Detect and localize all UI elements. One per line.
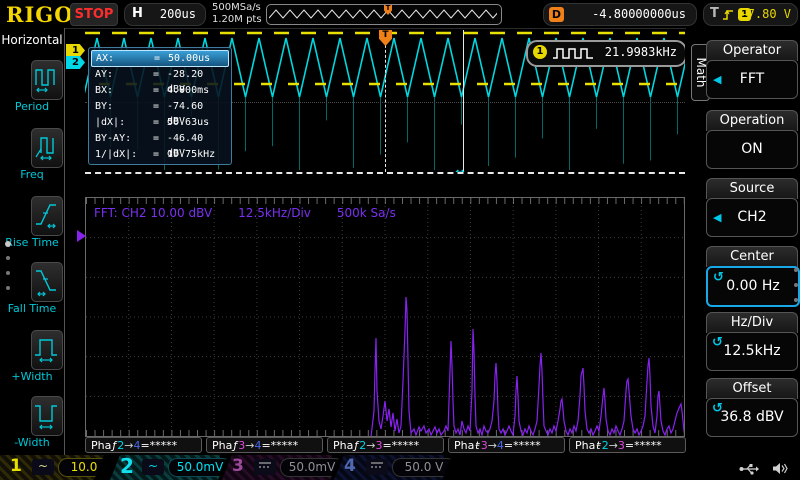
square-wave-icon [552,47,596,60]
freq-button[interactable] [31,128,63,168]
sample-rate: 500MSa/s [212,2,262,14]
rise-time-button[interactable] [31,196,63,236]
source-label: Source [706,178,798,199]
channel-3-status[interactable]: 3 50.0mV [222,455,332,480]
fft-window: FFT: CH2 10.00 dBV 12.5kHz/Div 500k Sa/s [85,197,685,437]
run-state-badge: STOP [70,3,118,26]
ch4-scale-value: 50.0 V [392,458,456,477]
left-menu-title: Horizontal [0,33,64,47]
trigger-badge: T [710,6,719,21]
ch2-position-marker[interactable]: 2 [66,56,85,69]
cursor-row-by: BY:=-74.60 dBV [91,99,227,114]
neg-width-label: -Width [0,436,64,449]
ch2-coupling-icon: ~ [142,459,164,475]
cursor-row-dx: |dX|:=50.63us [91,115,227,130]
measurement-slot-4[interactable]: Phaŧ3→4=***** [448,437,565,453]
usb-icon [739,463,759,475]
fft-info-readout: FFT: CH2 10.00 dBV 12.5kHz/Div 500k Sa/s [94,206,422,220]
frequency-counter: 1 21.9983kHz [526,40,685,67]
period-label: Period [0,100,64,113]
neg-width-button[interactable] [31,396,63,436]
menu-arrow-icon: ◀ [713,61,721,98]
freq-icon [32,129,60,165]
pos-width-button[interactable] [31,330,63,370]
cursor-a-line[interactable] [385,30,386,172]
cursor-row-invdx: 1/|dX|:=19.75kHz [91,147,227,162]
measurement-slot-2[interactable]: Phaƒ3→4=***** [206,437,323,453]
rise-time-icon [32,197,60,233]
horizontal-timebase-group: H 200us [124,3,206,26]
operation-softkey[interactable]: ON [706,130,798,169]
speaker-icon [772,462,788,475]
measurement-slot-1[interactable]: Phaƒ2→4=***** [85,437,202,453]
ch4-coupling-icon [366,459,388,475]
pos-width-label: +Width [0,370,64,383]
counter-value: 21.9983kHz [605,45,677,59]
time-domain-window: ↔ T AX:=50.00us AY:=-28.20 dBV BX:=4.000… [85,30,685,172]
fall-time-icon [32,263,60,299]
offset-softkey[interactable]: ↺36.8 dBV [706,398,798,437]
delay-badge: D [549,7,564,22]
menu-arrow-icon: ◀ [713,199,721,236]
delay-group: D -4.80000000us [543,3,697,26]
ch2-scale-value: 50.0mV [168,458,232,477]
delay-value: -4.80000000us [592,7,686,21]
knob-icon: ↺ [713,259,724,296]
fft-spectrum-plot [86,198,684,436]
fft-hzdiv: 12.5kHz/Div [238,206,311,220]
oscilloscope-screen: RIGOL STOP H 200us 500MSa/s 1.20M pts T … [0,0,800,480]
channel-2-status[interactable]: 2 ~ 50.0mV [110,455,220,480]
math-menu: Math Operator ◀FFT Operation ON Source ◀… [686,28,800,480]
cursor-row-ax: AX:=50.00us [91,50,229,67]
hzdiv-softkey[interactable]: ↺12.5kHz [706,332,798,371]
measurement-slot-5[interactable]: Phaŧ2→3=***** [569,437,686,453]
cursor-row-ay: AY:=-28.20 dBV [91,67,227,82]
operator-label: Operator [706,40,798,61]
ch1-position-marker[interactable]: 1 [66,44,85,57]
top-status-bar: RIGOL STOP H 200us 500MSa/s 1.20M pts T … [0,0,800,29]
measurement-slot-3[interactable]: Phaƒ2→3=***** [327,437,444,453]
trigger-group: T 1 -7.80 V [703,3,798,26]
horizontal-measure-menu: Horizontal Period Freq [0,28,65,480]
knob-icon: ↺ [712,390,723,427]
trigger-level-value: -7.80 V [740,7,791,21]
cursor-row-byay: BY-AY:=-46.40 dBV [91,131,227,146]
counter-channel-badge: 1 [533,45,547,59]
preview-wave [269,6,497,22]
fft-source-scale: FFT: CH2 10.00 dBV [94,206,212,220]
timebase-value: 200us [160,7,196,21]
knob-icon: ↺ [712,324,723,361]
ch3-scale-value: 50.0mV [280,458,344,477]
acquisition-rates: 500MSa/s 1.20M pts [212,2,262,26]
waveform-preview: T [266,4,502,25]
fall-time-button[interactable] [31,262,63,302]
cursor-measurement-panel: AX:=50.00us AY:=-28.20 dBV BX:=4.000ms B… [88,47,232,165]
channel-1-status[interactable]: 1 ~ 10.0 V [0,455,110,480]
pos-width-icon [32,331,60,367]
window-separator-line [85,172,685,174]
ch1-coupling-icon: ~ [32,459,54,475]
center-softkey[interactable]: ↺0.00 Hz [706,266,800,307]
period-icon [32,61,60,97]
display-area: ↔ T AX:=50.00us AY:=-28.20 dBV BX:=4.000… [85,30,685,437]
math-position-marker[interactable] [77,230,86,242]
ch3-coupling-icon [254,459,276,475]
freq-label: Freq [0,168,64,181]
cursor-b-line[interactable] [463,30,464,172]
period-button[interactable] [31,60,63,100]
channel-status-bar: 1 ~ 10.0 V 2 ~ 50.0mV 3 50.0mV 4 50.0 V [0,455,800,480]
fall-time-label: Fall Time [0,302,64,315]
memory-depth: 1.20M pts [212,14,262,26]
operation-label: Operation [706,110,798,131]
channel-4-status[interactable]: 4 50.0 V [334,455,444,480]
rising-edge-icon [722,8,735,21]
operator-softkey[interactable]: ◀FFT [706,60,798,99]
cursor-horizontal-arrow-icon: ↔ [455,165,465,172]
cursor-row-bx: BX:=4.000ms [91,83,227,98]
source-softkey[interactable]: ◀CH2 [706,198,798,237]
fft-sample-rate: 500k Sa/s [337,206,396,220]
h-badge: H [132,6,143,21]
neg-width-icon [32,397,60,433]
system-status-icons [731,458,788,477]
